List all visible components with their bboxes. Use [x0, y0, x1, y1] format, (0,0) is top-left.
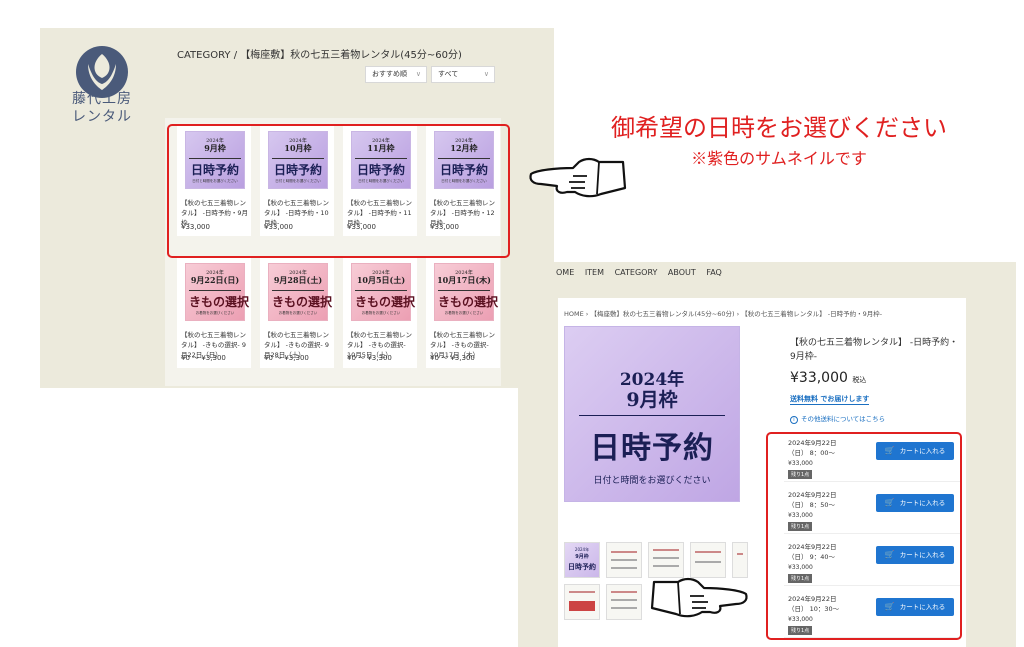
thumb-title: きもの選択 [272, 290, 332, 310]
product-thumbnail: 2024年 9月28日(土) きもの選択 お着物をお選びください [268, 263, 332, 321]
nav-category[interactable]: CATEGORY [615, 268, 658, 277]
pointing-hand-right-icon [650, 577, 748, 618]
image-title: 日時予約 [590, 431, 714, 466]
chevron-down-icon: ∨ [483, 70, 489, 78]
thumb-title: きもの選択 [438, 290, 498, 310]
product-thumbnail: 2024年 9月22日(日) きもの選択 お着物をお選びください [185, 263, 249, 321]
price-value: ¥33,000 [790, 370, 848, 386]
product-thumbnail: 2024年 10月17日(木) きもの選択 お着物をお選びください [434, 263, 498, 321]
product-main-image: 2024年 9月枠 日時予約 日付と時間をお選びください [564, 326, 740, 502]
thumb-subtitle: お着物をお選びください [195, 311, 235, 315]
category-breadcrumb: CATEGORY / 【梅座敷】秋の七五三着物レンタル(45分~60分) [177, 50, 462, 61]
nav-faq[interactable]: FAQ [706, 268, 722, 277]
product-title: 【秋の七五三着物レンタル】 -日時予約・9月枠- [790, 338, 959, 362]
image-divider [579, 415, 725, 416]
product-breadcrumb: HOME › 【梅座敷】秋の七五三着物レンタル(45分~60分) › 【秋の七五… [564, 310, 883, 318]
filter-select-value: すべて [438, 70, 459, 78]
product-price: ¥0 〜 ¥3,300 [181, 354, 226, 362]
thumb-title: 日時予約 [568, 563, 596, 571]
nav-home[interactable]: OME [556, 268, 574, 277]
filter-select[interactable]: すべて ∨ [431, 66, 495, 83]
thumb-date: 10月17日(木) [437, 275, 491, 285]
brand-name: 藤代工房 レンタル [60, 90, 144, 126]
thumb-title: きもの選択 [355, 290, 415, 310]
thumb-month: 9月枠 [575, 554, 589, 560]
brand-name-sub: レンタル [72, 109, 132, 125]
sort-select-value: おすすめ順 [372, 70, 407, 78]
chevron-down-icon: ∨ [415, 70, 421, 78]
product-card-kimono[interactable]: 2024年 9月22日(日) きもの選択 お着物をお選びください 【秋の七五三着… [177, 256, 251, 368]
product-thumbnail[interactable] [564, 584, 600, 620]
product-card-kimono[interactable]: 2024年 9月28日(土) きもの選択 お着物をお選びください 【秋の七五三着… [260, 256, 334, 368]
reserve-cards-highlight [167, 124, 510, 258]
info-icon: i [790, 416, 798, 424]
product-thumbnail[interactable] [606, 542, 642, 578]
free-shipping-label: 送料無料 でお届けします [790, 395, 870, 405]
product-card-kimono[interactable]: 2024年 10月5日(土) きもの選択 お着物をお選びください 【秋の七五三着… [343, 256, 417, 368]
image-subtitle: 日付と時間をお選びください [593, 476, 711, 486]
thumb-subtitle: お着物をお選びください [444, 311, 484, 315]
product-thumbnail-selected[interactable]: 2024年 9月枠 日時予約 [564, 542, 600, 578]
thumb-subtitle: お着物をお選びください [278, 311, 318, 315]
product-price: ¥0 〜 ¥3,300 [347, 354, 392, 362]
image-month: 9月枠 [626, 389, 678, 411]
thumb-title: きもの選択 [189, 290, 249, 310]
pointing-hand-left-icon [529, 157, 627, 198]
thumb-subtitle: お着物をお選びください [361, 311, 401, 315]
product-thumbnail[interactable] [606, 584, 642, 620]
product-price: ¥0 〜 ¥3,300 [264, 354, 309, 362]
thumb-date: 9月22日(日) [190, 275, 240, 285]
thumb-date: 10月5日(土) [356, 275, 406, 285]
callout-note: ※紫色のサムネイルです [691, 149, 867, 168]
brand-name-main: 藤代工房 [72, 91, 132, 107]
product-card-kimono[interactable]: 2024年 10月17日(木) きもの選択 お着物をお選びください 【秋の七五三… [426, 256, 500, 368]
nav-item[interactable]: ITEM [585, 268, 604, 277]
thumb-date: 9月28日(土) [273, 275, 323, 285]
time-slots-highlight [766, 432, 962, 640]
product-price: ¥33,000 税込 [790, 370, 866, 386]
top-nav: OME ITEM CATEGORY ABOUT FAQ [556, 268, 730, 277]
shipping-info-text: その他送料についてはこちら [801, 415, 886, 423]
callout-heading: 御希望の日時をお選びください [611, 114, 947, 142]
product-price: ¥0 〜 ¥3,300 [430, 354, 475, 362]
nav-about[interactable]: ABOUT [668, 268, 696, 277]
product-thumbnail: 2024年 10月5日(土) きもの選択 お着物をお選びください [351, 263, 415, 321]
sort-select[interactable]: おすすめ順 ∨ [365, 66, 427, 83]
tax-label: 税込 [852, 376, 867, 384]
shipping-info-link[interactable]: i その他送料についてはこちら [790, 413, 885, 424]
